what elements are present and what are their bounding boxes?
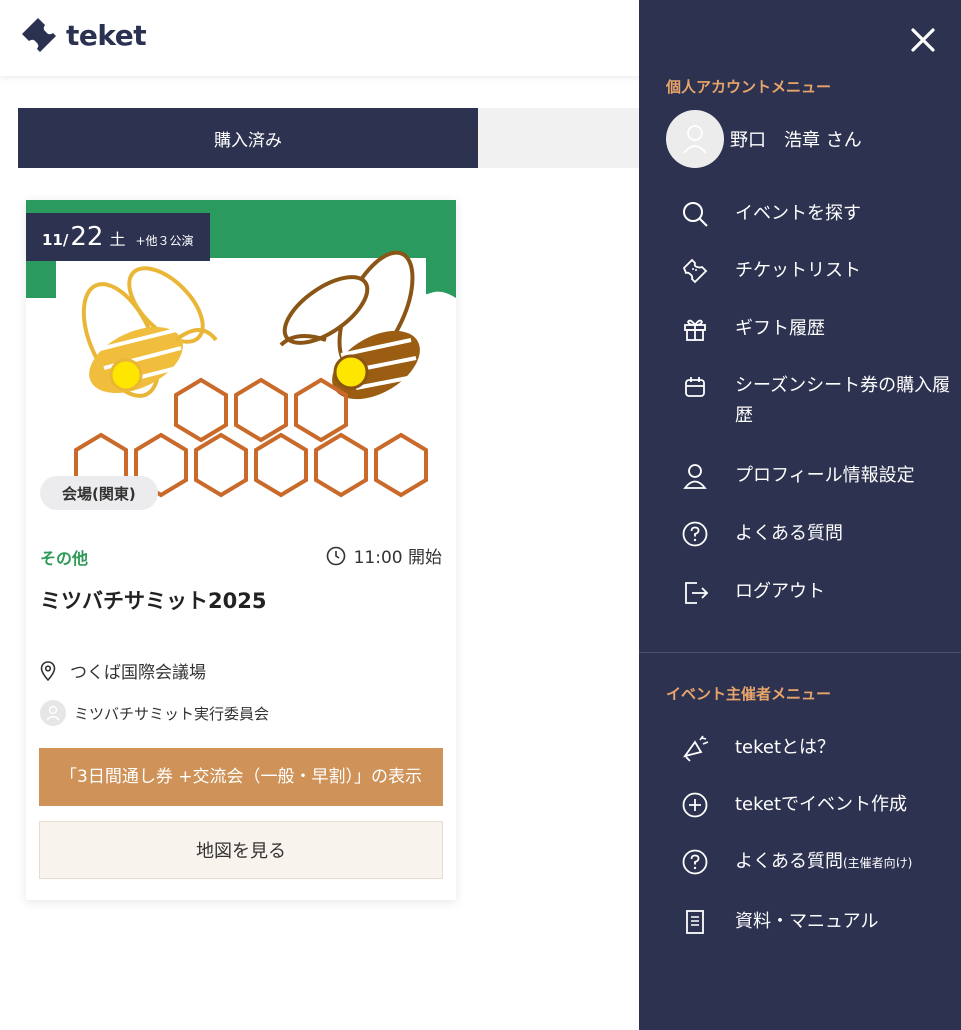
menu-item-label-main: よくある質問 <box>735 851 843 872</box>
question-icon <box>679 518 711 550</box>
page: teket 購入済み 11/ 22 土 +他３公演 会場(関東) その他 11:… <box>0 0 961 1030</box>
menu-item-label: イベントを探す <box>735 203 861 224</box>
menu-item-find-events[interactable]: イベントを探す <box>679 198 961 230</box>
menu-item-label: よくある質問 <box>735 523 843 544</box>
user-avatar-icon <box>683 125 707 154</box>
menu-item-label: teketでイベント作成 <box>735 794 908 815</box>
personal-menu-heading: 個人アカウントメニュー <box>666 78 832 96</box>
date-weekday: 土 <box>109 230 126 249</box>
user-name: 野口 浩章 さん <box>730 130 862 151</box>
menu-item-faq[interactable]: よくある質問 <box>679 518 961 550</box>
date-month: 11/ <box>42 231 69 249</box>
event-image[interactable]: 11/ 22 土 +他３公演 会場(関東) <box>26 200 456 510</box>
plus-circle-icon <box>679 789 711 821</box>
menu-item-label: ギフト履歴 <box>735 318 825 339</box>
logo-text: teket <box>66 18 147 52</box>
view-map-button[interactable]: 地図を見る <box>39 821 443 879</box>
event-category: その他 <box>40 549 89 568</box>
menu-item-documents[interactable]: 資料・マニュアル <box>679 906 961 938</box>
megaphone-icon <box>679 732 711 764</box>
menu-item-label: teketとは？ <box>735 737 836 758</box>
close-drawer-button[interactable] <box>907 24 939 56</box>
event-card[interactable]: 11/ 22 土 +他３公演 会場(関東) その他 11:00 開始 ミツバチサ… <box>26 200 456 900</box>
menu-item-create-event[interactable]: teketでイベント作成 <box>679 789 961 821</box>
show-ticket-button[interactable]: 「3日間通し券 +交流会（一般・早割）」の表示 <box>39 748 443 806</box>
ticket-logo-icon <box>22 18 56 52</box>
organizer-avatar <box>40 700 66 726</box>
start-time-text: 11:00 開始 <box>353 548 442 568</box>
menu-item-label: プロフィール情報設定 <box>735 465 915 486</box>
user-profile[interactable]: 野口 浩章 さん <box>666 110 862 168</box>
menu-item-profile-settings[interactable]: プロフィール情報設定 <box>679 460 961 492</box>
menu-item-label: よくある質問(主催者向け) <box>735 846 912 879</box>
place-name: つくば国際会議場 <box>70 663 206 683</box>
menu-item-logout[interactable]: ログアウト <box>679 576 961 608</box>
tab-other[interactable] <box>478 108 658 168</box>
organizer-menu-heading: イベント主催者メニュー <box>666 685 832 703</box>
user-avatar-icon <box>46 705 60 721</box>
event-title[interactable]: ミツバチサミット2025 <box>40 585 266 615</box>
ticket-icon <box>679 255 711 287</box>
date-extra-shows: +他３公演 <box>135 234 194 248</box>
avatar <box>666 110 724 168</box>
logout-icon <box>679 576 711 608</box>
search-icon <box>679 198 711 230</box>
menu-item-gift-history[interactable]: ギフト履歴 <box>679 313 961 345</box>
event-place: つくば国際会議場 <box>40 658 206 683</box>
menu-item-label: 資料・マニュアル <box>735 911 879 932</box>
account-drawer: 個人アカウントメニュー 野口 浩章 さん イベントを探す チケットリスト ギフト… <box>639 0 961 1030</box>
document-icon <box>679 906 711 938</box>
clock-icon <box>326 546 345 565</box>
ticket-tabs: 購入済み <box>18 108 658 168</box>
start-time: 11:00 開始 <box>326 543 442 568</box>
location-pin-icon <box>40 660 56 681</box>
menu-item-ticket-list[interactable]: チケットリスト <box>679 255 961 287</box>
menu-item-label: シーズンシート券の購入履歴 <box>735 375 951 426</box>
menu-item-organizer-faq[interactable]: よくある質問(主催者向け) <box>679 846 961 879</box>
menu-item-label-note: (主催者向け) <box>843 856 913 870</box>
menu-divider <box>639 652 961 653</box>
user-icon <box>679 460 711 492</box>
calendar-icon <box>679 371 711 403</box>
organizer-name: ミツバチサミット実行委員会 <box>74 704 270 723</box>
menu-item-season-seat-history[interactable]: シーズンシート券の購入履歴 <box>679 371 959 431</box>
gift-icon <box>679 313 711 345</box>
tab-divider <box>476 128 479 150</box>
question-icon <box>679 846 711 878</box>
tab-purchased[interactable]: 購入済み <box>18 108 478 168</box>
menu-item-label: チケットリスト <box>735 260 861 281</box>
menu-item-about-teket[interactable]: teketとは？ <box>679 732 961 764</box>
venue-region-badge: 会場(関東) <box>40 476 158 510</box>
close-icon <box>911 28 935 52</box>
event-organizer[interactable]: ミツバチサミット実行委員会 <box>40 700 269 726</box>
date-day: 22 <box>70 222 104 252</box>
event-date-badge: 11/ 22 土 +他３公演 <box>26 213 210 261</box>
teket-logo[interactable]: teket <box>18 14 147 56</box>
menu-item-label: ログアウト <box>735 581 825 602</box>
